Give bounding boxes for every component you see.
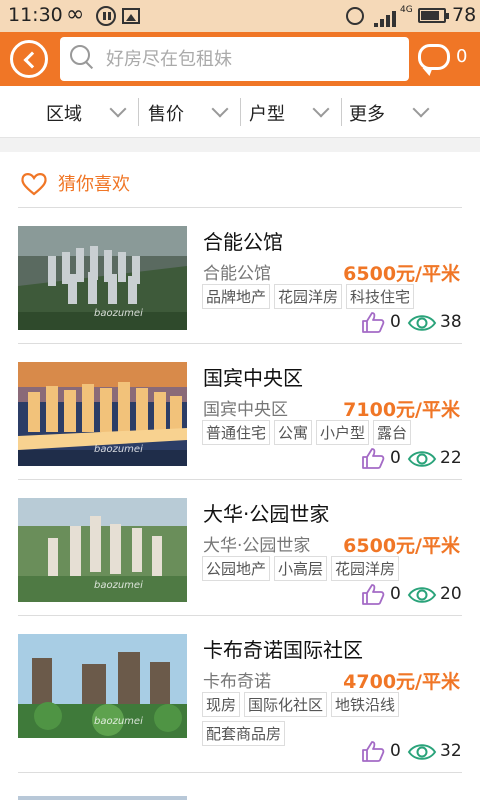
tag: 小高层 [274,556,328,581]
message-count: 0 [456,46,468,67]
listing-title: 合能公馆 [203,230,283,254]
filter-layout[interactable]: 户型 [249,86,337,138]
tag: 地铁沿线 [331,692,400,717]
listing-card-partial[interactable] [18,792,462,800]
tag-list: 品牌地产 花园洋房 科技住宅 [202,284,462,313]
listing-subtitle: 合能公馆 [203,264,271,284]
thumbs-up-icon[interactable] [361,311,385,333]
tag: 花园洋房 [331,556,400,581]
tag-list: 普通住宅 公寓 小户型 露台 [202,420,462,449]
listing-card[interactable]: baozumei 国宾中央区 国宾中央区 7100元/平米 普通住宅 公寓 小户型露… [18,344,462,480]
filter-label: 售价 [148,104,184,125]
listing-photo: baozumei [18,362,187,466]
thumbs-up-icon[interactable] [361,583,385,605]
network-type: 4G [400,5,413,15]
listing-photo: baozumei [18,634,187,738]
back-button[interactable] [10,40,48,78]
like-count: 0 [390,448,401,468]
chevron-down-icon [412,100,430,118]
filter-label: 户型 [249,104,285,125]
top-header: 0 [0,32,480,86]
pause-icon [96,6,116,26]
view-count: 22 [440,448,462,468]
filter-label: 更多 [349,104,385,125]
eye-icon [407,451,437,467]
watermark: baozumei [94,716,143,727]
chevron-down-icon [211,100,229,118]
listing-title: 国宾中央区 [203,366,303,390]
tag-list: 公园地产 小高层 花园洋房 [202,556,462,585]
listing-photo: baozumei [18,498,187,602]
tag: 花园洋房 [274,284,343,309]
section-title: 猜你喜欢 [58,174,130,195]
watermark: baozumei [94,580,143,591]
listing-subtitle: 卡布奇诺 [203,672,271,692]
tag: 公寓 [274,420,313,445]
tag: 科技住宅 [346,284,415,309]
tag: 品牌地产 [202,284,271,309]
listing-title: 卡布奇诺国际社区 [203,638,363,662]
view-count: 38 [440,312,462,332]
search-icon [70,45,94,69]
image-icon [122,8,140,24]
eye-icon [407,315,437,331]
search-input[interactable] [106,37,396,81]
listing-title: 大华·公园世家 [203,502,330,526]
thumbs-up-icon[interactable] [361,447,385,469]
filter-label: 区域 [46,104,82,125]
like-count: 0 [390,741,401,761]
watermark: baozumei [94,308,143,319]
chevron-down-icon [109,100,127,118]
listing-price: 6500元/平米 [343,263,460,285]
battery-level: 78 [452,4,477,26]
eye-icon [407,587,437,603]
thumbs-up-icon[interactable] [361,740,385,762]
listing-photo: baozumei [18,226,187,330]
listing-card[interactable]: baozumei 大华·公园世家 大华·公园世家 6500元/平米 公园地产 小高… [18,480,462,616]
view-count: 20 [440,584,462,604]
listing-price: 4700元/平米 [343,671,460,693]
divider [341,98,342,126]
search-box[interactable] [60,37,409,81]
listing-card[interactable]: baozumei 合能公馆 合能公馆 6500元/平米 品牌地产 花园洋房 科技住宅… [18,208,462,344]
status-bar: 11:30 ∞ 4G 78 [0,0,480,32]
section-header: 猜你喜欢 [18,152,462,208]
tag: 配套商品房 [202,721,286,746]
tag: 普通住宅 [202,420,271,445]
filter-price[interactable]: 售价 [148,86,236,138]
divider [240,98,241,126]
listing-price: 6500元/平米 [343,535,460,557]
divider [138,98,139,126]
battery-icon [418,8,449,23]
listing-price: 7100元/平米 [343,399,460,421]
tag: 公园地产 [202,556,271,581]
like-count: 0 [390,312,401,332]
like-count: 0 [390,584,401,604]
watermark: baozumei [94,444,143,455]
listing-content: 猜你喜欢 baozumei 合能公馆 合能公馆 6500元/平米 品牌地产 花园… [0,152,480,800]
tag: 露台 [373,420,412,445]
tag: 国际化社区 [244,692,328,717]
heart-icon [21,173,47,196]
status-time: 11:30 [8,4,63,26]
listing-subtitle: 大华·公园世家 [203,536,311,556]
filter-region[interactable]: 区域 [46,86,134,138]
chevron-down-icon [312,100,330,118]
filter-bar: 区域 售价 户型 更多 [0,86,480,138]
listing-subtitle: 国宾中央区 [203,400,288,420]
listing-card[interactable]: baozumei 卡布奇诺国际社区 卡布奇诺 4700元/平米 现房 国际化社区地… [18,616,462,773]
listing-photo [18,796,187,800]
view-count: 32 [440,741,462,761]
tag: 现房 [202,692,241,717]
tag: 小户型 [316,420,370,445]
infinity-icon: ∞ [66,2,85,27]
alarm-icon [346,7,364,25]
message-icon[interactable] [418,44,450,70]
eye-icon [407,744,437,760]
filter-more[interactable]: 更多 [349,86,437,138]
